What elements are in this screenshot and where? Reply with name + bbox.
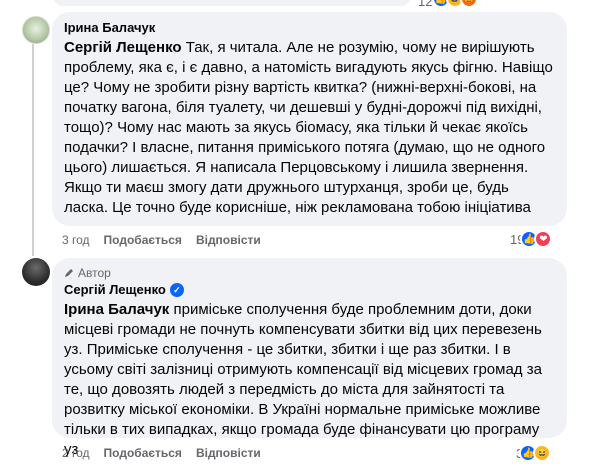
comment-text: Ірина Балачук приміське сполучення буде … — [64, 301, 542, 458]
previous-reaction-count[interactable]: 12 — [418, 0, 432, 9]
avatar[interactable] — [22, 258, 50, 286]
like-button[interactable]: Подобається — [104, 233, 182, 247]
haha-reaction-icon: 😆 — [533, 444, 552, 462]
mention-link[interactable]: Сергій Лещенко — [64, 39, 182, 56]
comment-bubble: Ірина Балачук Сергій Лещенко Так, я чита… — [52, 12, 567, 226]
comment-bubble: Автор Сергій Лещенко ✓ Ірина Балачук при… — [52, 258, 567, 458]
comment-actions: 2 год Подобається Відповісти — [62, 446, 261, 460]
timestamp[interactable]: 2 год — [62, 446, 90, 460]
mention-link[interactable]: Ірина Балачук — [64, 301, 169, 318]
author-badge: Автор — [64, 266, 555, 280]
love-reaction-icon: ❤ — [534, 230, 553, 248]
previous-comment-bubble — [52, 0, 412, 6]
thread-line — [32, 44, 34, 256]
comment-actions: 3 год Подобається Відповісти — [62, 233, 261, 247]
timestamp[interactable]: 3 год — [62, 233, 90, 247]
reply-button[interactable]: Відповісти — [196, 446, 261, 460]
verified-icon: ✓ — [169, 283, 184, 297]
pen-icon — [65, 269, 73, 277]
author-badge-label: Автор — [78, 266, 111, 280]
like-button[interactable]: Подобається — [104, 446, 182, 460]
reaction-summary[interactable]: 3 👍 😆 — [516, 444, 552, 462]
angry-reaction-icon: 😡 — [460, 0, 478, 8]
comment-author[interactable]: Сергій Лещенко ✓ — [64, 282, 555, 298]
reaction-summary[interactable]: 19 👍 ❤ — [510, 230, 553, 248]
previous-comment-remnant: 12 👍 😆 😡 — [0, 0, 600, 12]
reply-button[interactable]: Відповісти — [196, 233, 261, 247]
avatar[interactable] — [22, 16, 50, 44]
comment-text: Сергій Лещенко Так, я читала. Але не роз… — [64, 39, 553, 216]
comment-author[interactable]: Ірина Балачук — [64, 20, 555, 36]
